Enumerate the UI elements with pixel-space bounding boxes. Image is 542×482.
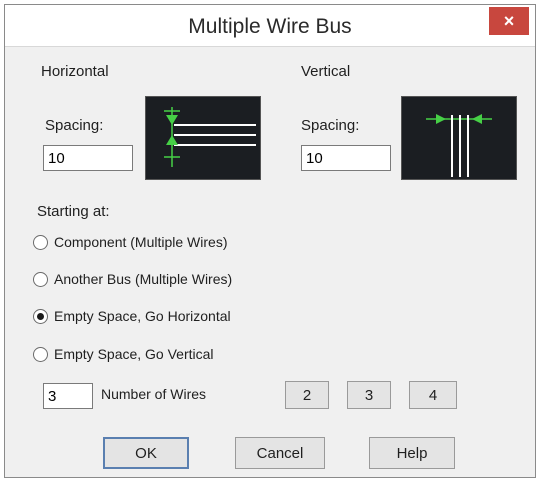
dialog-title: Multiple Wire Bus bbox=[188, 15, 352, 38]
radio-another-bus-label: Another Bus (Multiple Wires) bbox=[54, 271, 233, 287]
ok-button[interactable]: OK bbox=[103, 437, 189, 469]
vertical-spacing-input[interactable] bbox=[301, 145, 391, 171]
radio-another-bus[interactable]: Another Bus (Multiple Wires) bbox=[33, 271, 232, 287]
cancel-button[interactable]: Cancel bbox=[235, 437, 325, 469]
horizontal-bus-preview bbox=[145, 96, 261, 180]
multiple-wire-bus-dialog: Multiple Wire Bus × Horizontal Spacing: … bbox=[4, 4, 536, 478]
radio-button[interactable] bbox=[33, 234, 48, 250]
wires-2-button[interactable]: 2 bbox=[285, 381, 329, 409]
horizontal-section-label: Horizontal bbox=[41, 63, 109, 80]
number-of-wires-input[interactable] bbox=[43, 383, 93, 409]
close-icon: × bbox=[503, 10, 515, 31]
vertical-bus-preview-icon bbox=[426, 114, 492, 177]
vertical-bus-preview bbox=[401, 96, 517, 180]
radio-empty-horizontal-label: Empty Space, Go Horizontal bbox=[54, 308, 231, 324]
radio-component-label: Component (Multiple Wires) bbox=[54, 234, 228, 250]
number-of-wires-label: Number of Wires bbox=[101, 386, 207, 402]
help-button[interactable]: Help bbox=[369, 437, 455, 469]
radio-empty-vertical-label: Empty Space, Go Vertical bbox=[54, 346, 214, 362]
wires-4-button[interactable]: 4 bbox=[409, 381, 457, 409]
radio-component[interactable]: Component (Multiple Wires) bbox=[33, 234, 228, 250]
radio-button-selected[interactable] bbox=[33, 308, 48, 324]
starting-at-label: Starting at: bbox=[37, 203, 110, 220]
radio-button[interactable] bbox=[33, 271, 48, 287]
vertical-spacing-label: Spacing: bbox=[301, 117, 360, 134]
horizontal-bus-preview-icon bbox=[164, 107, 256, 167]
title-bar: Multiple Wire Bus × bbox=[5, 5, 535, 47]
radio-empty-horizontal[interactable]: Empty Space, Go Horizontal bbox=[33, 308, 231, 324]
radio-button[interactable] bbox=[33, 346, 48, 362]
radio-empty-vertical[interactable]: Empty Space, Go Vertical bbox=[33, 346, 214, 362]
horizontal-spacing-label: Spacing: bbox=[45, 117, 104, 134]
wires-3-button[interactable]: 3 bbox=[347, 381, 391, 409]
vertical-section-label: Vertical bbox=[301, 63, 351, 80]
horizontal-spacing-input[interactable] bbox=[43, 145, 133, 171]
close-button[interactable]: × bbox=[489, 7, 529, 35]
